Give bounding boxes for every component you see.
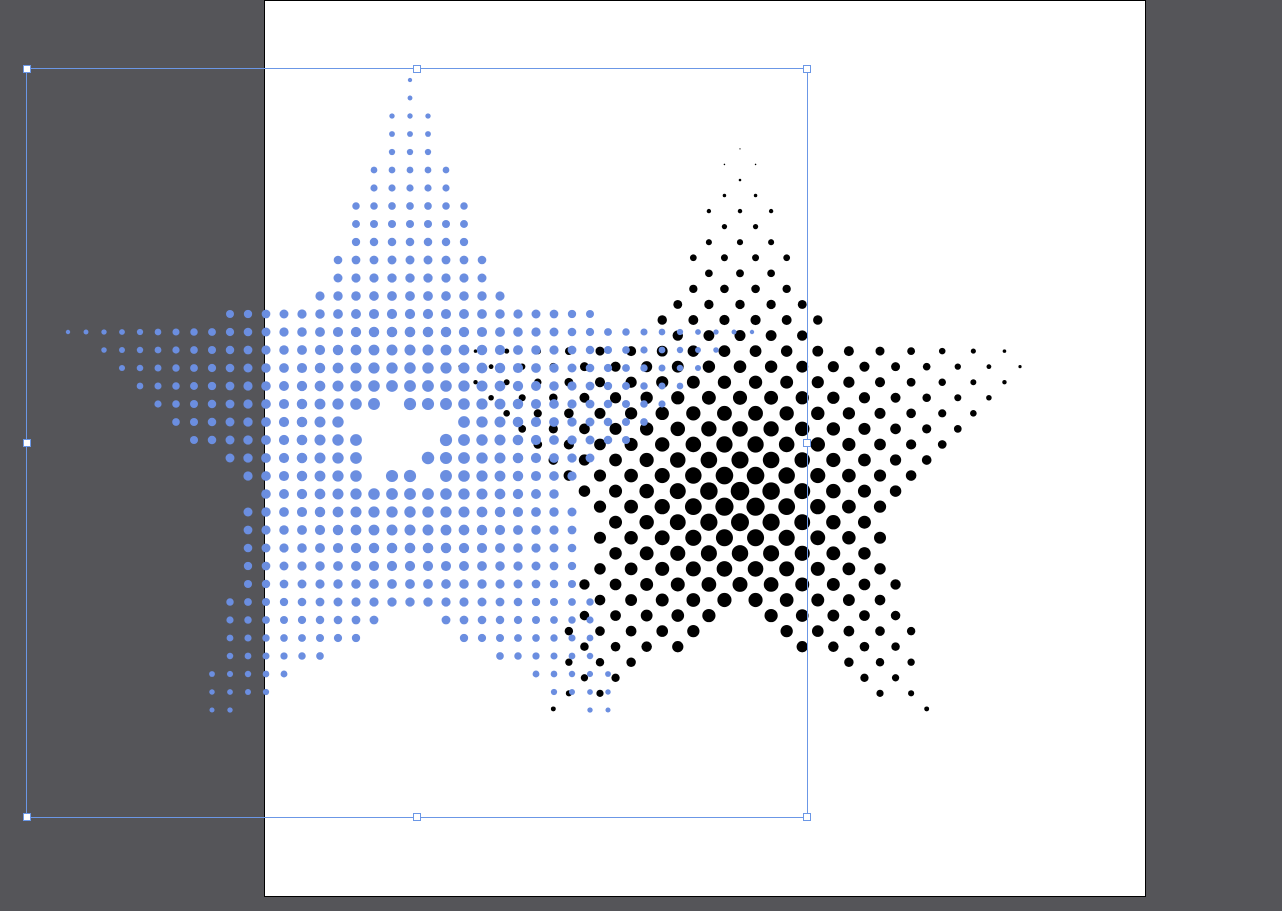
pasteboard — [0, 0, 1282, 911]
halftone-star-blue-selected[interactable] — [0, 0, 1282, 911]
